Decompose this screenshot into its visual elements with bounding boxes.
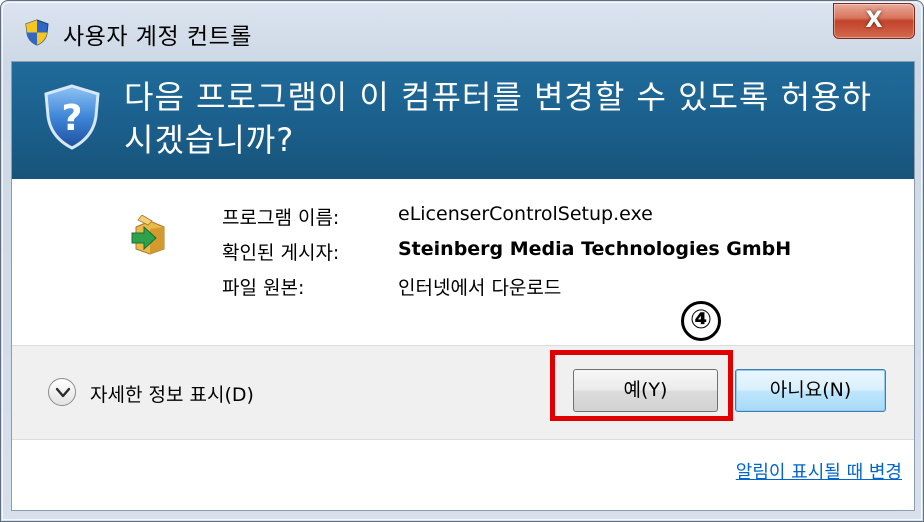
change-notification-settings-link[interactable]: 알림이 표시될 때 변경 (736, 458, 902, 484)
close-button[interactable]: X (833, 3, 915, 39)
program-name-value: eLicenserControlSetup.exe (398, 203, 653, 225)
file-origin-value: 인터넷에서 다운로드 (398, 277, 562, 299)
installer-package-icon (131, 215, 165, 255)
show-details-label[interactable]: 자세한 정보 표시(D) (90, 380, 254, 407)
question-shield-icon: ? (44, 84, 100, 150)
button-strip: 자세한 정보 표시(D) 예(Y) 아니요(N) (12, 345, 914, 440)
no-button[interactable]: 아니요(N) (735, 369, 886, 412)
dialog-client-area: ? 다음 프로그램이 이 컴퓨터를 변경할 수 있도록 허용하시겠습니까? 프로… (11, 61, 915, 511)
expand-details-button[interactable] (48, 378, 76, 406)
chevron-down-icon (55, 387, 71, 398)
svg-text:?: ? (62, 98, 83, 139)
title-bar[interactable]: 사용자 계정 컨트롤 X (1, 1, 924, 61)
uac-dialog-window: 사용자 계정 컨트롤 X ? 다음 프로그램이 이 컴퓨터를 변경할 수 있도록… (0, 0, 924, 522)
link-area: 알림이 표시될 때 변경 (12, 440, 914, 510)
step-number-annotation: ④ (681, 301, 721, 341)
close-icon: X (865, 8, 883, 33)
yes-button-highlight (550, 350, 733, 421)
publisher-label: 확인된 게시자: (222, 242, 340, 264)
program-details: 프로그램 이름: eLicenserControlSetup.exe 확인된 게… (12, 179, 914, 345)
publisher-value: Steinberg Media Technologies GmbH (398, 238, 792, 260)
program-name-label: 프로그램 이름: (222, 207, 340, 229)
file-origin-label: 파일 원본: (222, 277, 305, 299)
window-title: 사용자 계정 컨트롤 (63, 24, 252, 50)
prompt-header: ? 다음 프로그램이 이 컴퓨터를 변경할 수 있도록 허용하시겠습니까? (12, 62, 914, 179)
uac-question-text: 다음 프로그램이 이 컴퓨터를 변경할 수 있도록 허용하시겠습니까? (124, 78, 872, 159)
uac-shield-icon (25, 19, 49, 46)
